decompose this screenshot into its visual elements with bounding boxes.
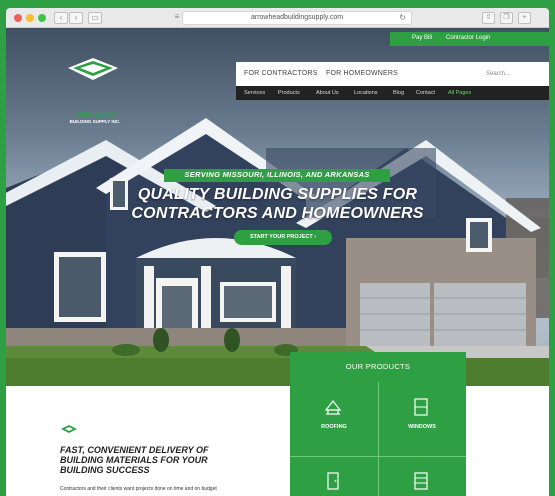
headline-line-1: QUALITY BUILDING SUPPLIES FOR bbox=[137, 186, 418, 203]
subnav-locations[interactable]: Locations bbox=[354, 90, 378, 96]
feature-heading-line-3: BUILDING SUCCESS bbox=[60, 465, 150, 475]
hero-section: Pay Bill Contractor Login ARROWHEAD BUIL… bbox=[6, 28, 549, 386]
maximize-window-icon[interactable] bbox=[38, 14, 46, 22]
product-roofing-label[interactable]: ROOFING bbox=[304, 424, 364, 430]
our-products-panel: OUR PRODUCTS ROOFING WINDOWS bbox=[290, 352, 466, 496]
back-button[interactable]: ‹ bbox=[54, 12, 68, 24]
minimize-window-icon[interactable] bbox=[26, 14, 34, 22]
product-windows-label[interactable]: WINDOWS bbox=[392, 424, 452, 430]
close-window-icon[interactable] bbox=[14, 14, 22, 22]
green-frame bbox=[0, 0, 555, 8]
arrowhead-small-icon bbox=[61, 425, 77, 433]
sidebar-icon[interactable]: ▭ bbox=[88, 12, 102, 24]
subnav-blog[interactable]: Blog bbox=[393, 90, 404, 96]
forward-button[interactable]: › bbox=[69, 12, 83, 24]
browser-toolbar: ‹ › ▭ ≡ arrowheadbuildingsupply.com ↻ ⇧ … bbox=[6, 8, 549, 28]
products-divider bbox=[290, 456, 466, 457]
subnav-contact[interactable]: Contact bbox=[416, 90, 435, 96]
hero-tagline: SERVING MISSOURI, ILLINOIS, AND ARKANSAS bbox=[184, 170, 370, 179]
doors-icon[interactable] bbox=[324, 472, 342, 490]
siding-icon[interactable] bbox=[412, 472, 430, 490]
subnav-about-us[interactable]: About Us bbox=[316, 90, 339, 96]
new-tab-icon[interactable]: + bbox=[518, 12, 531, 24]
share-icon[interactable]: ⇧ bbox=[482, 12, 495, 24]
headline-line-2: CONTRACTORS AND HOMEOWNERS bbox=[131, 205, 424, 222]
subnav-services[interactable]: Services bbox=[244, 90, 265, 96]
contractor-login-link[interactable]: Contractor Login bbox=[446, 35, 490, 41]
web-page: Pay Bill Contractor Login ARROWHEAD BUIL… bbox=[6, 28, 549, 496]
products-title: OUR PRODUCTS bbox=[345, 362, 411, 371]
nav-for-homeowners[interactable]: FOR HOMEOWNERS bbox=[326, 70, 398, 77]
logo-wordmark: ARROWHEAD BUILDING SUPPLY INC. bbox=[56, 113, 134, 124]
logo-subtitle: BUILDING SUPPLY INC. bbox=[69, 119, 121, 124]
windows-icon[interactable] bbox=[412, 398, 430, 416]
roofing-icon[interactable] bbox=[324, 398, 342, 416]
subnav-all-pages[interactable]: All Pages bbox=[448, 90, 471, 96]
feature-heading-line-2: BUILDING MATERIALS FOR YOUR bbox=[60, 455, 208, 465]
url-text: arrowheadbuildingsupply.com bbox=[250, 14, 344, 21]
pay-bill-link[interactable]: Pay Bill bbox=[412, 35, 432, 41]
products-divider bbox=[378, 382, 379, 496]
feature-body-text: Contractors and their clients want proje… bbox=[60, 486, 217, 492]
start-project-button[interactable]: START YOUR PROJECT › bbox=[234, 230, 332, 245]
address-bar[interactable]: arrowheadbuildingsupply.com ↻ bbox=[182, 11, 412, 25]
feature-heading: FAST, CONVENIENT DELIVERY OF BUILDING MA… bbox=[60, 445, 280, 475]
utility-bar: Pay Bill Contractor Login bbox=[390, 32, 549, 46]
secondary-navigation: Services Products About Us Locations Blo… bbox=[236, 86, 549, 100]
feature-heading-line-1: FAST, CONVENIENT DELIVERY OF bbox=[60, 445, 209, 455]
content-section bbox=[6, 386, 549, 496]
subnav-products[interactable]: Products bbox=[278, 90, 300, 96]
search-input[interactable]: Search... bbox=[486, 68, 544, 80]
reload-icon[interactable]: ↻ bbox=[399, 12, 406, 24]
tabs-icon[interactable]: ❐ bbox=[500, 12, 513, 24]
main-navigation: FOR CONTRACTORS FOR HOMEOWNERS Search... bbox=[236, 62, 549, 86]
hero-headline: QUALITY BUILDING SUPPLIES FOR CONTRACTOR… bbox=[76, 185, 479, 223]
nav-for-contractors[interactable]: FOR CONTRACTORS bbox=[244, 70, 318, 77]
